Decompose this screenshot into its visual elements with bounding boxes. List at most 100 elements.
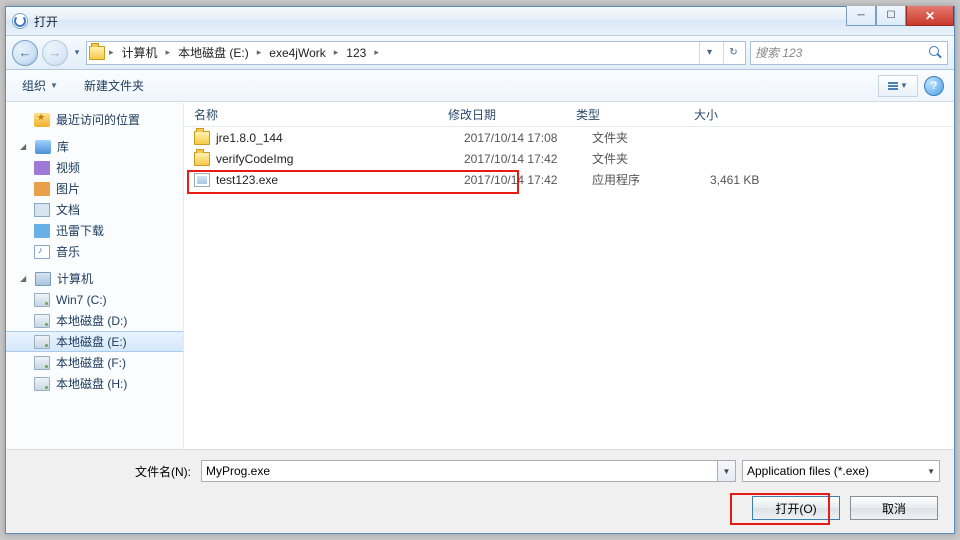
column-header-type[interactable]: 类型 — [576, 106, 694, 123]
sidebar-item-drive-c[interactable]: Win7 (C:) — [6, 289, 183, 310]
sidebar-item-drive-e[interactable]: 本地磁盘 (E:) — [6, 331, 183, 352]
open-file-dialog: 打开 ─ ☐ ✕ ← → ▾ ▸ 计算机 ▸ 本地磁盘 (E:) ▸ exe4j… — [5, 6, 955, 534]
library-icon — [35, 140, 51, 154]
annotation-highlight-open — [730, 493, 830, 525]
favorites-icon — [34, 113, 50, 127]
sidebar-item-pictures[interactable]: 图片 — [6, 178, 183, 199]
chevron-down-icon: ▼ — [927, 467, 935, 476]
chevron-right-icon: ▸ — [334, 47, 339, 58]
organize-label: 组织 — [22, 77, 46, 94]
download-icon — [34, 224, 50, 238]
sidebar-item-label: Win7 (C:) — [56, 293, 107, 307]
navigation-bar: ← → ▾ ▸ 计算机 ▸ 本地磁盘 (E:) ▸ exe4jWork ▸ 12… — [6, 36, 954, 70]
file-list: 名称 修改日期 类型 大小 jre1.8.0_144 2017/10/14 17… — [184, 103, 954, 449]
picture-icon — [34, 182, 50, 196]
column-header-size[interactable]: 大小 — [694, 106, 954, 123]
filter-label: Application files (*.exe) — [747, 464, 869, 478]
sidebar-item-label: 视频 — [56, 159, 80, 176]
breadcrumb-segment[interactable]: exe4jWork — [265, 46, 329, 60]
sidebar-item-label: 本地磁盘 (F:) — [56, 354, 126, 371]
breadcrumb-segment[interactable]: 计算机 — [118, 44, 162, 61]
sidebar-item-videos[interactable]: 视频 — [6, 157, 183, 178]
window-title: 打开 — [34, 13, 58, 30]
column-headers: 名称 修改日期 类型 大小 — [184, 103, 954, 127]
document-icon — [34, 203, 50, 217]
forward-button[interactable]: → — [42, 40, 68, 66]
new-folder-label: 新建文件夹 — [84, 77, 144, 94]
navigation-pane: 最近访问的位置 ◢ 库 视频 图片 文档 迅雷下载 音乐 ◢ 计算机 Win7 … — [6, 103, 184, 449]
new-folder-button[interactable]: 新建文件夹 — [78, 74, 150, 97]
toolbar: 组织 ▼ 新建文件夹 ▼ ? — [6, 70, 954, 102]
sidebar-item-drive-d[interactable]: 本地磁盘 (D:) — [6, 310, 183, 331]
folder-icon — [194, 131, 210, 145]
collapse-icon: ◢ — [20, 142, 29, 151]
sidebar-item-label: 库 — [57, 138, 69, 155]
chevron-right-icon: ▸ — [374, 47, 379, 58]
sidebar-item-label: 本地磁盘 (H:) — [56, 375, 127, 392]
cancel-button-label: 取消 — [882, 500, 906, 517]
sidebar-item-label: 本地磁盘 (D:) — [56, 312, 127, 329]
history-dropdown[interactable]: ▾ — [72, 42, 82, 64]
file-name: verifyCodeImg — [216, 152, 464, 166]
file-type: 文件夹 — [592, 129, 710, 146]
close-button[interactable]: ✕ — [906, 6, 954, 26]
sidebar-item-label: 图片 — [56, 180, 80, 197]
file-type: 文件夹 — [592, 150, 710, 167]
file-row[interactable]: verifyCodeImg 2017/10/14 17:42 文件夹 — [184, 148, 954, 169]
search-icon — [929, 46, 943, 60]
column-header-name[interactable]: 名称 — [194, 106, 448, 123]
drive-icon — [34, 293, 50, 307]
annotation-highlight-file — [187, 170, 519, 194]
sidebar-item-drive-h[interactable]: 本地磁盘 (H:) — [6, 373, 183, 394]
chevron-down-icon: ▼ — [50, 81, 58, 90]
address-dropdown[interactable]: ▾ — [699, 42, 719, 64]
refresh-button[interactable]: ↻ — [723, 42, 743, 64]
sidebar-item-recent[interactable]: 最近访问的位置 — [6, 109, 183, 130]
file-name: jre1.8.0_144 — [216, 131, 464, 145]
minimize-button[interactable]: ─ — [846, 6, 876, 26]
search-placeholder: 搜索 123 — [755, 44, 802, 61]
file-row[interactable]: jre1.8.0_144 2017/10/14 17:08 文件夹 — [184, 127, 954, 148]
chevron-right-icon: ▸ — [257, 47, 262, 58]
sidebar-item-label: 迅雷下载 — [56, 222, 104, 239]
filename-input[interactable] — [201, 460, 718, 482]
chevron-right-icon: ▸ — [166, 47, 171, 58]
sidebar-item-music[interactable]: 音乐 — [6, 241, 183, 262]
sidebar-item-drive-f[interactable]: 本地磁盘 (F:) — [6, 352, 183, 373]
filename-label: 文件名(N): — [20, 463, 195, 480]
view-mode-button[interactable]: ▼ — [878, 75, 918, 97]
sidebar-item-documents[interactable]: 文档 — [6, 199, 183, 220]
cancel-button[interactable]: 取消 — [850, 496, 938, 520]
address-bar[interactable]: ▸ 计算机 ▸ 本地磁盘 (E:) ▸ exe4jWork ▸ 123 ▸ ▾ … — [86, 41, 746, 65]
file-date: 2017/10/14 17:08 — [464, 131, 592, 145]
drive-icon — [34, 377, 50, 391]
folder-icon — [89, 46, 105, 60]
sidebar-group-computer[interactable]: ◢ 计算机 — [6, 268, 183, 289]
breadcrumb-segment[interactable]: 本地磁盘 (E:) — [174, 44, 253, 61]
sidebar-item-label: 计算机 — [57, 270, 93, 287]
maximize-button[interactable]: ☐ — [876, 6, 906, 26]
computer-icon — [35, 272, 51, 286]
collapse-icon: ◢ — [20, 274, 29, 283]
drive-icon — [34, 335, 50, 349]
search-input[interactable]: 搜索 123 — [750, 41, 948, 65]
column-header-date[interactable]: 修改日期 — [448, 106, 576, 123]
help-button[interactable]: ? — [924, 76, 944, 96]
music-icon — [34, 245, 50, 259]
chevron-down-icon: ▼ — [900, 81, 908, 90]
sidebar-group-libraries[interactable]: ◢ 库 — [6, 136, 183, 157]
app-icon — [12, 13, 28, 29]
filename-dropdown[interactable]: ▼ — [718, 460, 736, 482]
dialog-footer: 文件名(N): ▼ Application files (*.exe) ▼ 打开… — [6, 449, 954, 533]
file-type: 应用程序 — [592, 171, 710, 188]
sidebar-item-label: 最近访问的位置 — [56, 111, 140, 128]
drive-icon — [34, 356, 50, 370]
drive-icon — [34, 314, 50, 328]
back-button[interactable]: ← — [12, 40, 38, 66]
breadcrumb-segment[interactable]: 123 — [342, 46, 370, 60]
sidebar-item-downloads[interactable]: 迅雷下载 — [6, 220, 183, 241]
organize-menu[interactable]: 组织 ▼ — [16, 74, 64, 97]
list-view-icon — [888, 82, 898, 90]
file-type-filter[interactable]: Application files (*.exe) ▼ — [742, 460, 940, 482]
sidebar-item-label: 文档 — [56, 201, 80, 218]
